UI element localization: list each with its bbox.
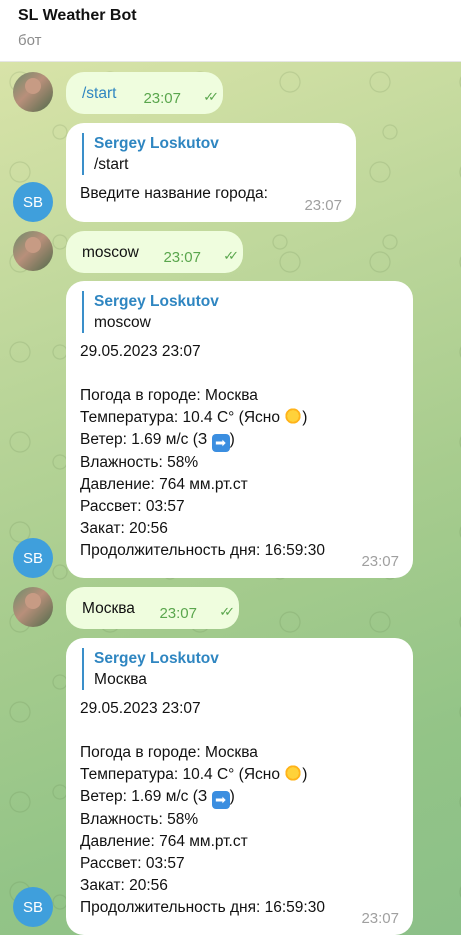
message-text: moscow <box>82 244 139 261</box>
message-time: 23:07 <box>159 605 197 622</box>
reply-text: /start <box>94 156 129 173</box>
bot-avatar[interactable]: SB <box>13 538 53 578</box>
message-line: Влажность: 58% <box>80 811 199 828</box>
message-line: Влажность: 58% <box>80 454 199 471</box>
message-time: 23:07 <box>304 197 342 214</box>
reply-quote[interactable]: Sergey Loskutov moscow <box>82 291 399 333</box>
message-time: 23:07 <box>143 90 181 107</box>
right-arrow-emoji-icon: ➡ <box>211 791 230 809</box>
chat-title: SL Weather Bot <box>18 7 137 24</box>
reply-text: moscow <box>94 314 151 331</box>
chat-subtitle: бот <box>18 32 42 49</box>
message-line: Закат: 20:56 <box>80 877 168 894</box>
sun-emoji-icon <box>284 764 303 782</box>
message-line: Погода в городе: Москва <box>80 744 258 761</box>
message-line: Температура: 10.4 C° (Ясно ) <box>80 764 308 783</box>
bot-avatar[interactable]: SB <box>13 887 53 927</box>
reply-author: Sergey Loskutov <box>94 135 219 152</box>
message-text[interactable]: /start <box>82 85 116 103</box>
reply-quote[interactable]: Sergey Loskutov Москва <box>82 648 399 690</box>
user-avatar[interactable] <box>13 231 53 271</box>
outgoing-message[interactable]: /start 23:07 ✓✓ <box>66 72 223 114</box>
message-line: Давление: 764 мм.рт.ст <box>80 476 248 493</box>
message-line: Температура: 10.4 C° (Ясно ) <box>80 407 308 426</box>
message-time: 23:07 <box>163 249 201 266</box>
message-line: Погода в городе: Москва <box>80 387 258 404</box>
message-line: Продолжительность дня: 16:59:30 <box>80 542 325 559</box>
message-line: Продолжительность дня: 16:59:30 <box>80 899 325 916</box>
chat-header[interactable]: SL Weather Bot бот <box>0 0 461 62</box>
message-line: Ветер: 1.69 м/с (З ➡) <box>80 788 235 809</box>
reply-author: Sergey Loskutov <box>94 650 219 667</box>
incoming-message[interactable]: Sergey Loskutov /start Введите название … <box>66 123 356 222</box>
right-arrow-emoji-icon: ➡ <box>211 434 230 452</box>
user-avatar[interactable] <box>13 587 53 627</box>
bot-avatar[interactable]: SB <box>13 182 53 222</box>
message-line: Рассвет: 03:57 <box>80 855 185 872</box>
message-line: Введите название города: <box>80 185 268 202</box>
message-text: Москва <box>82 600 135 617</box>
outgoing-message[interactable]: moscow 23:07 ✓✓ <box>66 231 243 273</box>
reply-text: Москва <box>94 671 147 688</box>
reply-quote[interactable]: Sergey Loskutov /start <box>82 133 342 175</box>
message-date: 29.05.2023 23:07 <box>80 700 201 717</box>
double-check-icon: ✓✓ <box>223 248 239 263</box>
double-check-icon: ✓✓ <box>219 604 235 619</box>
message-date: 29.05.2023 23:07 <box>80 343 201 360</box>
sun-emoji-icon <box>284 407 303 425</box>
message-time: 23:07 <box>361 553 399 570</box>
message-line: Ветер: 1.69 м/с (З ➡) <box>80 431 235 452</box>
user-avatar[interactable] <box>13 72 53 112</box>
message-line: Рассвет: 03:57 <box>80 498 185 515</box>
reply-author: Sergey Loskutov <box>94 293 219 310</box>
incoming-message[interactable]: Sergey Loskutov moscow 29.05.2023 23:07 … <box>66 281 413 578</box>
double-check-icon: ✓✓ <box>203 89 219 104</box>
message-list[interactable]: /start 23:07 ✓✓ Sergey Loskutov /start В… <box>0 62 461 935</box>
outgoing-message[interactable]: Москва 23:07 ✓✓ <box>66 587 239 629</box>
incoming-message[interactable]: Sergey Loskutov Москва 29.05.2023 23:07 … <box>66 638 413 935</box>
message-time: 23:07 <box>361 910 399 927</box>
message-line: Закат: 20:56 <box>80 520 168 537</box>
message-line: Давление: 764 мм.рт.ст <box>80 833 248 850</box>
